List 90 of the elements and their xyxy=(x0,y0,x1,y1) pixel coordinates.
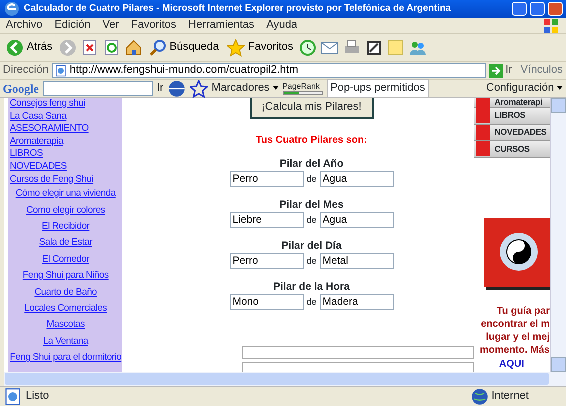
promo-text: Tu guía par encontrar el m lugar y el mej momento. Más xyxy=(478,304,550,357)
menu-item[interactable]: Ver xyxy=(102,17,120,34)
address-label: Dirección xyxy=(3,63,49,78)
menu-item[interactable]: Favoritos xyxy=(131,17,177,34)
star-icon[interactable] xyxy=(190,80,208,98)
sidebar-link[interactable]: NOVEDADES xyxy=(10,160,122,174)
browser-icon[interactable] xyxy=(3,0,21,18)
search-field[interactable] xyxy=(43,81,153,96)
url-text: http://www.fengshui-mundo.com/cuatropil2.htm xyxy=(70,63,299,78)
sidebar-link[interactable]: Feng Shui para el dormitorio xyxy=(10,350,122,367)
yin-yang-icon xyxy=(498,232,539,272)
star-icon xyxy=(227,38,246,56)
zone-text: Internet xyxy=(492,389,529,404)
menu-item[interactable]: Herramientas xyxy=(188,17,255,34)
pagerank-label: PageRank xyxy=(282,82,321,90)
joiner-text: de xyxy=(306,255,317,268)
joiner-text: de xyxy=(306,214,317,227)
history-icon[interactable] xyxy=(299,38,318,56)
sidebar-link[interactable]: La Casa Sana xyxy=(10,110,122,124)
windows-logo-icon[interactable] xyxy=(542,16,560,34)
text-field[interactable] xyxy=(242,346,474,360)
sidebar-link[interactable]: Locales Comerciales xyxy=(10,301,122,318)
back-icon xyxy=(6,38,24,56)
close-button[interactable] xyxy=(548,2,563,16)
caret-icon xyxy=(557,86,563,92)
home-icon[interactable] xyxy=(124,38,143,56)
page-icon xyxy=(4,388,22,406)
sidebar-link[interactable]: Sala de Estar xyxy=(10,235,122,252)
sidebar-link[interactable]: El Recibidor xyxy=(10,218,122,236)
stop-icon[interactable] xyxy=(80,38,99,56)
popups-button[interactable]: Pop-ups permitidos xyxy=(326,79,430,98)
element-field[interactable]: Agua xyxy=(320,170,394,186)
bookmarks-button[interactable]: Marcadores xyxy=(212,80,279,97)
menu-item[interactable]: Edición xyxy=(54,17,91,34)
sidebar-link[interactable]: LIBROS xyxy=(10,148,122,161)
favorites-button[interactable]: Favoritos xyxy=(225,36,296,60)
menu-item[interactable]: Archivo xyxy=(6,17,43,34)
settings-button[interactable]: Configuración xyxy=(486,80,563,97)
result-heading: Tus Cuatro Pilares son: xyxy=(256,134,368,148)
calculate-button[interactable]: ¡Calcula mis Pilares! xyxy=(250,98,374,118)
promo-link[interactable]: AQUI xyxy=(474,356,550,372)
animal-field[interactable]: Liebre xyxy=(230,212,304,228)
window-title: Calculador de Cuatro Pilares - Microsoft Internet Explorer provisto por Telefónica de Argentina xyxy=(24,2,452,16)
edit-icon[interactable] xyxy=(365,38,384,56)
sidebar-link[interactable]: ASESORAMIENTO xyxy=(10,123,122,136)
menu-tab[interactable]: NOVEDADES xyxy=(474,124,550,142)
element-field[interactable]: Agua xyxy=(320,212,394,228)
sidebar-link[interactable]: Consejos feng shui xyxy=(10,98,122,111)
sidebar-link[interactable]: Como elegir colores xyxy=(10,202,122,219)
menu-item[interactable]: Ayuda xyxy=(266,17,298,34)
links-label[interactable]: Vínculos xyxy=(520,62,563,79)
globe-icon[interactable] xyxy=(168,80,186,98)
sidebar-link[interactable]: La Ventana xyxy=(10,334,122,350)
sidebar-link[interactable]: Cursos de Feng Shui xyxy=(10,174,122,186)
sidebar-link[interactable]: Cuarto de Baño xyxy=(10,284,122,301)
sidebar-link[interactable]: Cómo elegir una vivienda xyxy=(10,186,122,203)
caret-icon xyxy=(272,86,279,92)
pillar-title: Pilar del Mes xyxy=(280,198,344,212)
refresh-icon[interactable] xyxy=(102,38,121,56)
pillar-title: Pilar de la Hora xyxy=(274,280,350,294)
menu-tab[interactable]: CURSOS xyxy=(474,141,550,158)
animal-field[interactable]: Perro xyxy=(230,252,304,268)
restore-button[interactable] xyxy=(530,2,545,16)
sidebar-link[interactable]: El Comedor xyxy=(10,252,122,268)
joiner-text: de xyxy=(306,173,317,186)
go-button[interactable]: Ir xyxy=(488,62,512,79)
go-button[interactable]: Ir xyxy=(157,80,164,97)
back-button[interactable]: Atrás xyxy=(4,36,55,60)
sidebar-link[interactable]: Aromaterapia xyxy=(10,136,122,148)
vertical-scrollbar[interactable] xyxy=(550,98,566,372)
animal-field[interactable]: Mono xyxy=(230,294,304,310)
element-field[interactable]: Metal xyxy=(320,252,394,268)
pillar-title: Pilar del Día xyxy=(282,240,342,252)
pillar-title: Pilar del Año xyxy=(280,158,344,170)
minimize-button[interactable] xyxy=(512,2,527,16)
status-text: Listo xyxy=(26,389,50,404)
search-button[interactable]: Búsqueda xyxy=(146,36,222,60)
search-icon xyxy=(148,38,167,56)
animal-field[interactable]: Perro xyxy=(230,170,304,186)
sidebar-link[interactable]: Feng Shui para Niños xyxy=(10,268,122,285)
sidebar-link[interactable]: Mascotas xyxy=(10,317,122,334)
element-field[interactable]: Madera xyxy=(320,294,394,310)
menu-tab[interactable]: LIBROS xyxy=(474,108,550,125)
globe-icon xyxy=(470,388,489,406)
pagerank-bar xyxy=(282,90,323,94)
page-icon xyxy=(54,64,67,76)
google-logo: Google xyxy=(3,80,39,98)
menu-tab[interactable]: Aromaterapi xyxy=(474,98,550,108)
joiner-text: de xyxy=(306,296,317,309)
address-field[interactable]: http://www.fengshui-mundo.com/cuatropil2.htm xyxy=(52,63,486,78)
